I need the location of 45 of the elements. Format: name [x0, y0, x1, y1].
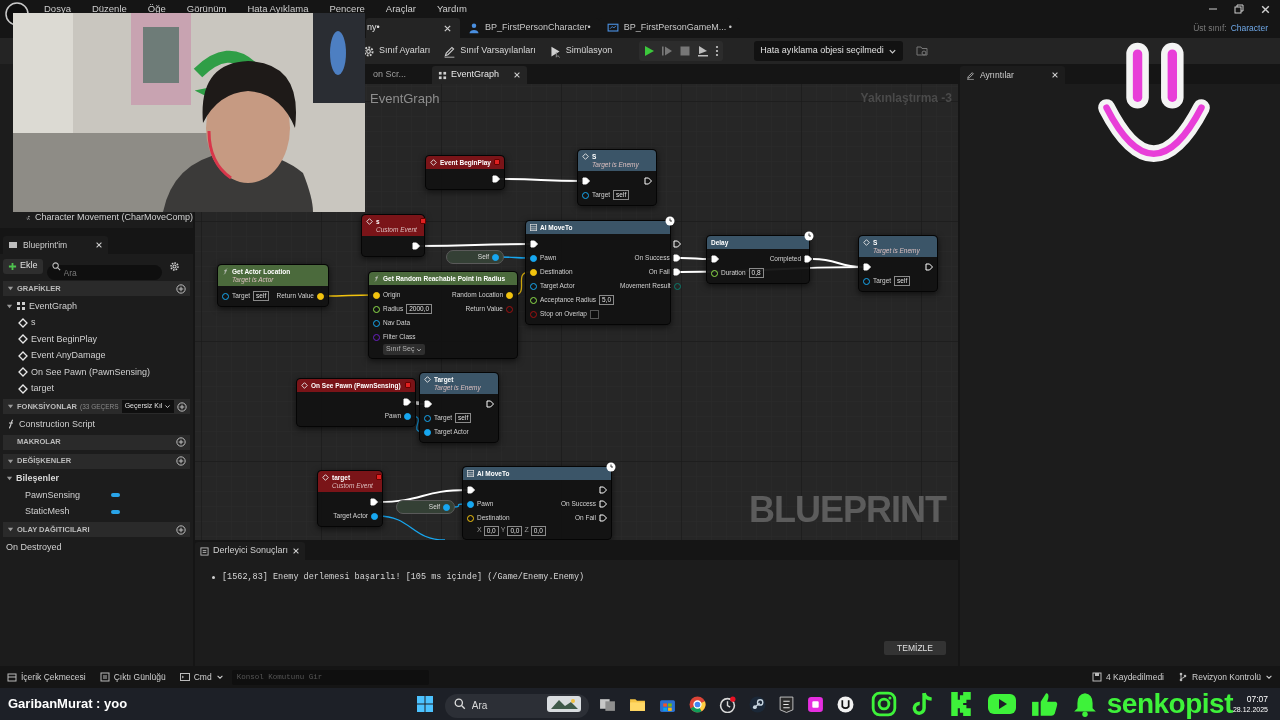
tree-item[interactable]: On Destroyed — [6, 540, 62, 554]
status-button[interactable]: Çıktı Günlüğü — [99, 670, 166, 684]
component-item[interactable]: Character Movement (CharMoveComp) — [34, 211, 193, 225]
add-button[interactable]: Ekle — [3, 258, 43, 274]
chat-message: GaribanMurat : yoo — [7, 695, 129, 714]
tree-item[interactable]: On See Pawn (PawnSensing) — [31, 365, 151, 379]
toolbar-button[interactable]: Sınıf Ayarları — [362, 44, 431, 58]
menu-item[interactable]: Öğe — [147, 1, 166, 17]
tree-item[interactable]: Event AnyDamage — [31, 349, 106, 363]
graph-breadcrumb: EventGraph — [370, 90, 440, 108]
tree-item[interactable]: Construction Script — [19, 417, 96, 431]
parent-class-link[interactable]: Character — [1230, 21, 1268, 35]
graph-tab[interactable]: on Scr... — [367, 66, 413, 84]
toolbar-button[interactable]: Simülasyon — [548, 44, 613, 58]
menu-item[interactable]: Araçlar — [385, 1, 416, 17]
status-button[interactable]: İçerik Çekmecesi — [7, 670, 86, 684]
tree-item[interactable]: EventGraph — [29, 299, 78, 313]
graph-watermark: BLUEPRINT — [749, 492, 946, 528]
panel-tab[interactable]: Ayrıntılar — [960, 66, 1065, 84]
panel-tab[interactable]: Blueprint'im — [3, 236, 108, 254]
debug-object-dropdown[interactable]: Hata ayıklama objesi seçilmedi — [754, 41, 903, 61]
status-button[interactable]: 4 Kaydedilmedi — [1091, 670, 1164, 684]
variable-item[interactable]: StaticMesh — [18, 505, 108, 519]
category-label[interactable]: Bileşenler — [16, 472, 60, 486]
panel-tab[interactable]: Derleyici Sonuçları — [195, 542, 306, 560]
editor-tab[interactable]: ny• — [366, 18, 460, 38]
graph-tab[interactable]: EventGraph — [432, 66, 528, 84]
menu-item[interactable]: Dosya — [44, 1, 71, 17]
menu-item[interactable]: Hata Ayıklama — [247, 1, 309, 17]
channel-handle: senkopist — [1106, 690, 1233, 718]
menu-item[interactable]: Görünüm — [186, 1, 227, 17]
menu-item[interactable]: Yardım — [436, 1, 467, 17]
tree-item[interactable]: target — [31, 382, 54, 396]
parent-class-label: Üst sınıf: — [1193, 21, 1227, 35]
clear-button[interactable]: TEMİZLE — [884, 641, 946, 655]
menu-item[interactable]: Pencere — [329, 1, 365, 17]
command-dropdown[interactable]: Cmd — [179, 670, 224, 684]
status-button[interactable]: Revizyon Kontrolü — [1178, 670, 1273, 684]
variable-item[interactable]: PawnSensing — [18, 488, 108, 502]
log-message: [1562,83] Enemy derlemesi başarılı! [105 ms içinde] (/Game/Enemy.Enemy) — [222, 570, 585, 584]
toolbar-button[interactable]: Sınıf Varsayılanları — [443, 44, 536, 58]
menu-item[interactable]: Düzenle — [91, 1, 127, 17]
tree-item[interactable]: s — [31, 316, 36, 330]
tree-item[interactable]: Event BeginPlay — [31, 332, 98, 346]
search-field[interactable]: Ara — [46, 265, 162, 280]
